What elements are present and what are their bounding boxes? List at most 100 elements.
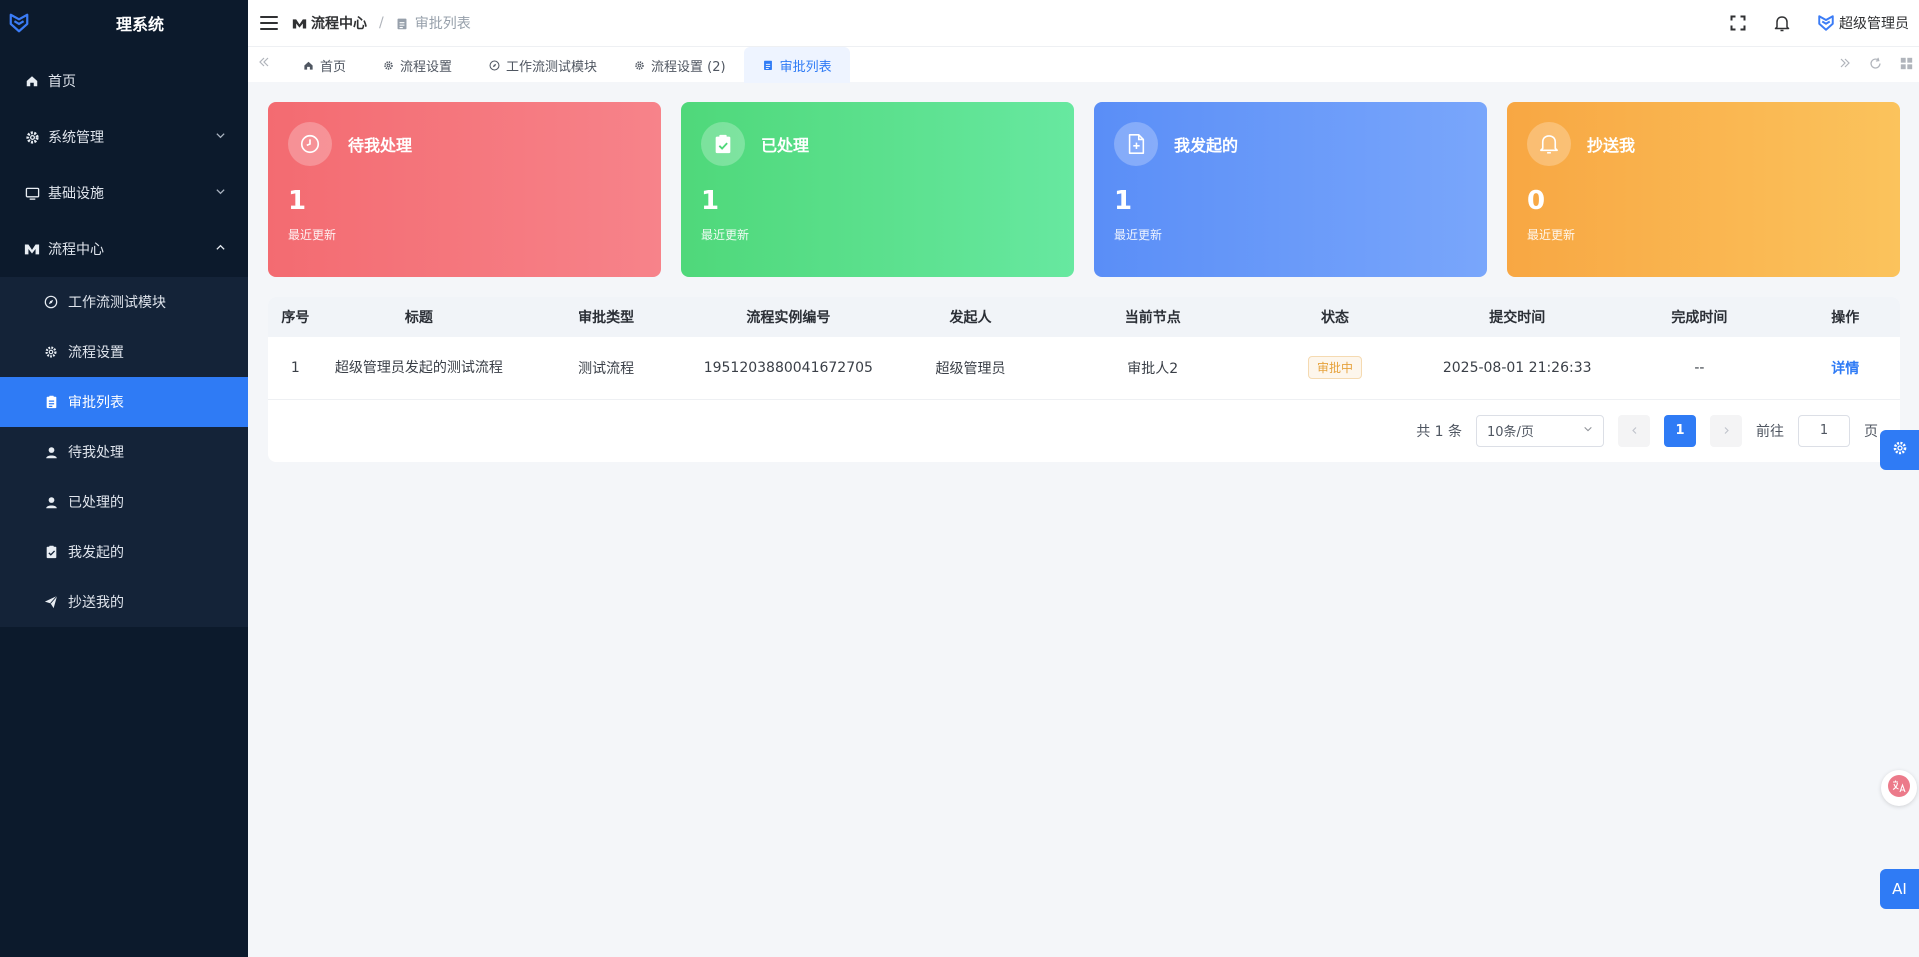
compass-icon [44, 295, 58, 309]
tab-label: 审批列表 [779, 59, 832, 75]
detail-link[interactable]: 详情 [1831, 361, 1859, 377]
column-header: 完成时间 [1608, 297, 1791, 337]
list-icon [762, 59, 774, 71]
breadcrumb-root[interactable]: 流程中心 [292, 13, 367, 33]
translate-float-button[interactable] [1881, 770, 1917, 806]
sidebar-item-system[interactable]: 系统管理 [0, 109, 248, 165]
user-check-icon [44, 495, 58, 509]
stat-card-cc[interactable]: 抄送我 0 最近更新 [1507, 102, 1900, 277]
stat-card-sub: 最近更新 [288, 228, 337, 242]
prev-page-button[interactable] [1618, 414, 1650, 447]
chevron-down-icon [215, 130, 226, 144]
stat-card-title: 待我处理 [348, 136, 413, 155]
gear-icon [1892, 440, 1908, 460]
sidebar-item-label: 首页 [48, 74, 76, 90]
home-icon [24, 73, 40, 89]
cell-index: 1 [268, 337, 323, 400]
tab-label: 流程设置 (2) [651, 59, 726, 75]
refresh-icon[interactable] [1869, 57, 1882, 74]
settings-icon [44, 345, 58, 359]
tab-workflow-test[interactable]: 工作流测试模块 [470, 47, 615, 83]
sidebar-item-approval-list[interactable]: 审批列表 [0, 377, 248, 427]
next-page-button[interactable] [1710, 414, 1742, 447]
flow-icon [292, 16, 307, 31]
breadcrumb-current-label: 审批列表 [414, 16, 471, 32]
user-menu[interactable]: 超级管理员 [1817, 13, 1909, 33]
table-header-row: 序号 标题 审批类型 流程实例编号 发起人 当前节点 状态 提交时间 完成时间 … [268, 297, 1900, 337]
sidebar-item-flow-center[interactable]: 流程中心 [0, 221, 248, 277]
sidebar-item-processed[interactable]: 已处理的 [0, 477, 248, 527]
app-title: 理系统 [116, 15, 165, 34]
user-name: 超级管理员 [1839, 16, 1909, 32]
stat-card-value: 1 [1114, 186, 1133, 216]
sidebar-item-flow-settings[interactable]: 流程设置 [0, 327, 248, 377]
sidebar-item-cc[interactable]: 抄送我的 [0, 577, 248, 627]
flow-center-submenu: 工作流测试模块 流程设置 审批列表 待我处理 已处理的 我发起的 抄送我的 [0, 277, 248, 627]
breadcrumb: 流程中心 / 审批列表 [292, 13, 471, 33]
translate-icon [1887, 774, 1911, 802]
stat-card-sub: 最近更新 [1527, 228, 1576, 242]
tab-approval-list[interactable]: 审批列表 [743, 47, 850, 83]
bell-icon[interactable] [1773, 14, 1791, 32]
clipboard-icon [44, 545, 58, 559]
double-chevron-left-icon[interactable] [258, 56, 270, 72]
menu-toggle-icon[interactable] [260, 16, 278, 30]
column-header: 发起人 [879, 297, 1062, 337]
sidebar-item-label: 待我处理 [68, 445, 124, 461]
logo-row: 理系统 [0, 0, 248, 46]
cell-status: 审批中 [1243, 337, 1427, 400]
approval-table-panel: 序号 标题 审批类型 流程实例编号 发起人 当前节点 状态 提交时间 完成时间 … [268, 297, 1900, 462]
tab-tools [1839, 47, 1913, 83]
stat-card-title: 已处理 [761, 136, 810, 155]
settings-float-button[interactable] [1880, 430, 1919, 470]
list-icon [44, 395, 58, 409]
page-size-select[interactable]: 10条/页 [1476, 414, 1604, 447]
top-header: 流程中心 / 审批列表 超级管理员 [248, 0, 1919, 46]
tab-label: 首页 [320, 59, 347, 75]
sidebar-item-pending[interactable]: 待我处理 [0, 427, 248, 477]
stat-card-pending[interactable]: 待我处理 1 最近更新 [268, 102, 661, 277]
cell-initiator: 超级管理员 [879, 337, 1062, 400]
goto-page-input[interactable]: 1 [1798, 414, 1850, 447]
sidebar-item-infra[interactable]: 基础设施 [0, 165, 248, 221]
column-header: 流程实例编号 [697, 297, 880, 337]
stat-cards: 待我处理 1 最近更新 已处理 1 最近更新 我发起的 1 最近更新 抄送我 0… [268, 102, 1900, 277]
page-size-value: 10条/页 [1487, 425, 1534, 440]
bell-icon [1527, 122, 1571, 166]
tab-flow-settings[interactable]: 流程设置 [364, 47, 470, 83]
flow-icon [24, 241, 40, 257]
double-chevron-right-icon[interactable] [1839, 57, 1851, 73]
stat-card-processed[interactable]: 已处理 1 最近更新 [681, 102, 1074, 277]
stat-card-initiated[interactable]: 我发起的 1 最近更新 [1094, 102, 1487, 277]
logo-icon[interactable] [8, 12, 30, 34]
breadcrumb-root-label: 流程中心 [311, 16, 367, 32]
chevron-down-icon [215, 186, 226, 200]
sidebar-item-label: 工作流测试模块 [68, 295, 166, 311]
stat-card-title: 我发起的 [1174, 136, 1239, 155]
ai-float-button[interactable]: AI [1880, 869, 1919, 909]
grid-icon[interactable] [1900, 57, 1913, 74]
sidebar-item-label: 系统管理 [48, 130, 104, 146]
chevron-up-icon [215, 242, 226, 256]
sidebar-menu: 首页 系统管理 基础设施 流程中心 工作流测试模块 流程设置 审批列表 待我处理… [0, 53, 248, 627]
column-header: 提交时间 [1426, 297, 1609, 337]
main-content: 待我处理 1 最近更新 已处理 1 最近更新 我发起的 1 最近更新 抄送我 0… [268, 102, 1900, 462]
clock-icon [288, 122, 332, 166]
column-header: 标题 [322, 297, 515, 337]
sidebar-item-label: 流程设置 [68, 345, 124, 361]
sidebar-item-initiated[interactable]: 我发起的 [0, 527, 248, 577]
breadcrumb-separator: / [379, 15, 384, 31]
tab-home[interactable]: 首页 [284, 47, 364, 83]
goto-label: 前往 [1756, 423, 1784, 440]
monitor-icon [24, 185, 40, 201]
column-header: 当前节点 [1061, 297, 1244, 337]
column-header: 审批类型 [515, 297, 698, 337]
sidebar-item-home[interactable]: 首页 [0, 53, 248, 109]
sidebar-item-workflow-test[interactable]: 工作流测试模块 [0, 277, 248, 327]
stat-card-sub: 最近更新 [701, 228, 750, 242]
fullscreen-icon[interactable] [1729, 14, 1747, 32]
cell-submit-time: 2025-08-01 21:26:33 [1426, 337, 1609, 400]
sidebar-item-label: 基础设施 [48, 186, 104, 202]
tab-flow-settings-2[interactable]: 流程设置 (2) [615, 47, 744, 83]
page-button-current[interactable]: 1 [1664, 414, 1696, 447]
